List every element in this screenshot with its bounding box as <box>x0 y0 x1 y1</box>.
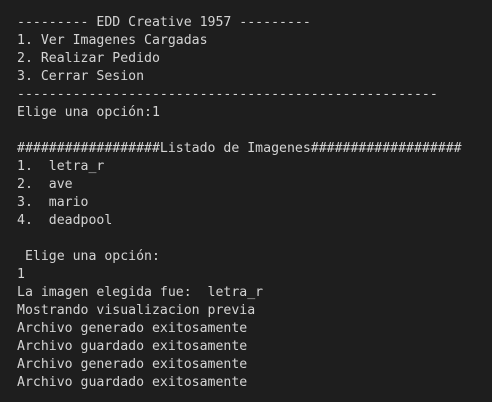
output-line: La imagen elegida fue: letra_r <box>17 285 264 300</box>
image-list-item: 3. mario <box>17 195 89 210</box>
output-line: Archivo generado exitosamente <box>17 321 248 336</box>
menu-option-realizar-pedido: 2. Realizar Pedido <box>17 51 160 66</box>
menu-header: --------- EDD Creative 1957 --------- <box>17 15 311 30</box>
menu-option-cerrar-sesion: 3. Cerrar Sesion <box>17 69 145 84</box>
terminal-output[interactable]: --------- EDD Creative 1957 --------- 1.… <box>0 0 492 402</box>
image-list-header: ##################Listado de Imagenes###… <box>17 141 462 156</box>
menu-option-ver-imagenes: 1. Ver Imagenes Cargadas <box>17 33 208 48</box>
output-line: Archivo generado exitosamente <box>17 357 248 372</box>
prompt-choice-2: Elige una opción: <box>17 249 160 264</box>
output-line: Archivo guardado exitosamente <box>17 339 248 354</box>
menu-separator: ----------------------------------------… <box>17 87 438 102</box>
output-line: Archivo guardado exitosamente <box>17 375 248 390</box>
prompt-choice-1: Elige una opción:1 <box>17 105 160 120</box>
image-list-item: 4. deadpool <box>17 213 113 228</box>
image-list-item: 1. letra_r <box>17 159 105 174</box>
user-input: 1 <box>17 267 25 282</box>
image-list-item: 2. ave <box>17 177 73 192</box>
output-line: Mostrando visualizacion previa <box>17 303 256 318</box>
